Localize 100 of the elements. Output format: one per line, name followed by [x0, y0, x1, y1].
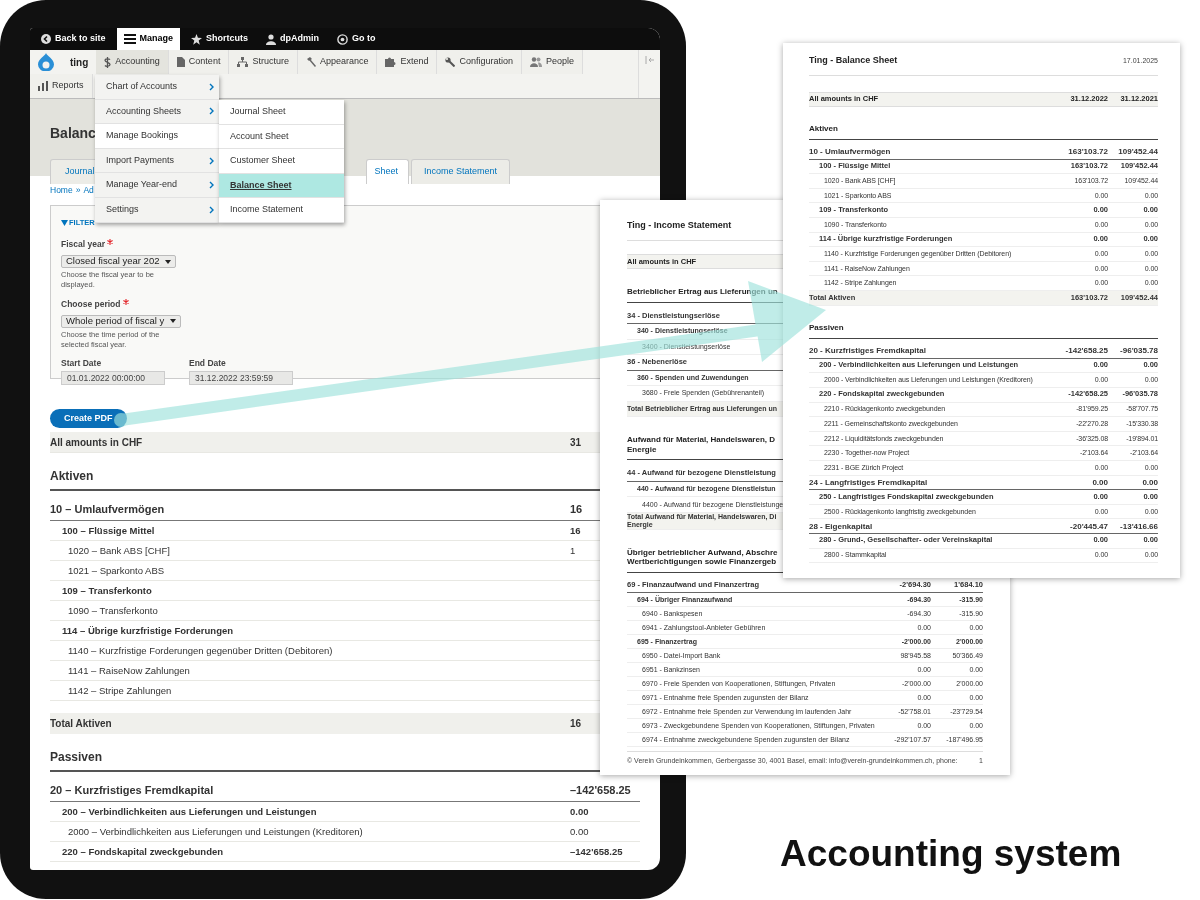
field-label: Choose period: [61, 298, 121, 309]
field-label: Start Date: [61, 357, 103, 368]
menu-item[interactable]: Accounting Sheets: [95, 99, 219, 125]
menu-item[interactable]: Manage Year-end: [95, 173, 219, 198]
hierarchy-icon: [237, 57, 249, 67]
menu-item[interactable]: Import Payments: [95, 148, 219, 174]
amount: -13'416.66: [1120, 521, 1158, 531]
select-field[interactable]: Closed fiscal year 202: [61, 255, 177, 269]
collapse-icon: [644, 56, 655, 64]
row-label: 24 - Langfristiges Fremdkapital: [809, 477, 928, 487]
amount: 0.00: [570, 805, 589, 817]
chevron-icon: [209, 107, 214, 116]
menu-item[interactable]: Balance Sheet: [219, 173, 344, 199]
date-field[interactable]: 01.01.2022 00:00:00: [61, 370, 165, 386]
total-label: Total Aktiven: [50, 717, 113, 732]
chevron-icon: [209, 82, 214, 91]
section-title: Aktiven: [809, 123, 838, 133]
row-label: 1021 – Sparkonto ABS: [68, 563, 166, 578]
amount: 1: [570, 544, 576, 556]
menu-item[interactable]: Chart of Accounts: [95, 75, 219, 100]
row-label: 20 – Kurzfristiges Fremdkapital: [50, 782, 215, 798]
menu-item[interactable]: Structure: [229, 50, 298, 74]
amount: 16: [570, 524, 581, 536]
field-label: Fiscal year: [61, 238, 105, 250]
row-label: 1142 – Stripe Zahlungen: [68, 683, 173, 698]
section-title: Übriger betrieblicher Aufwand, Abschre Wertberichtigungen sowie Finanzergeb: [627, 547, 778, 567]
amount: -96'035.78: [1120, 346, 1158, 356]
menu-item[interactable]: Extend: [377, 50, 438, 74]
menu-item[interactable]: People: [522, 50, 584, 74]
section-title: Betrieblicher Ertrag aus Lieferungen un: [627, 287, 778, 296]
row-label: 109 – Transferkonto: [62, 583, 153, 598]
amount: -142'658.25: [1065, 346, 1108, 356]
create-pdf-button[interactable]: Create PDF: [50, 408, 127, 429]
menu-item[interactable]: Reports: [30, 74, 93, 98]
toolbar-item[interactable]: Go to: [330, 28, 383, 50]
caret-icon: [165, 259, 172, 264]
select-field[interactable]: Whole period of fiscal y: [61, 315, 182, 328]
drop-logo: [38, 53, 54, 71]
document-title: Ting - Balance Sheet: [809, 54, 898, 67]
menu-item[interactable]: Manage Bookings: [95, 124, 219, 149]
amount: 0.00: [1092, 477, 1108, 487]
toolbar-item[interactable]: Back to site: [34, 28, 113, 50]
amount: 109'452.44: [1118, 147, 1158, 157]
row-label: 114 – Übrige kurzfristige Forderungen: [62, 623, 235, 638]
document-title: Ting - Income Statement: [627, 220, 732, 230]
toolbar-item[interactable]: Manage: [116, 28, 181, 50]
menu-item[interactable]: Income Statement: [219, 198, 344, 223]
chevron-icon: [209, 181, 214, 190]
menu-item[interactable]: Appearance: [297, 50, 378, 74]
people-icon: [530, 57, 543, 67]
row-label: 20 - Kurzfristiges Fremdkapital: [809, 346, 926, 356]
date-field[interactable]: 31.12.2022 23:59:59: [189, 370, 293, 386]
tab[interactable]: Sheet: [365, 159, 410, 184]
row-label: 28 - Eigenkapital: [809, 521, 873, 531]
breadcrumb-link[interactable]: Home: [50, 184, 73, 197]
chevron-icon: [209, 156, 214, 165]
toolbar-item[interactable]: Shortcuts: [184, 28, 256, 50]
amount: 0.00: [1142, 477, 1158, 487]
menu-item[interactable]: Settings: [95, 197, 219, 223]
target-icon: [337, 33, 349, 45]
amount: -20'445.47: [1070, 521, 1108, 531]
amounts-note: All amounts in CHF: [50, 435, 144, 450]
row-label: 10 – Umlaufvermögen: [50, 501, 166, 517]
menu-item[interactable]: Journal Sheet: [219, 100, 344, 125]
menu-item[interactable]: Configuration: [437, 50, 523, 74]
chevron-icon: [209, 205, 214, 214]
tab[interactable]: Income Statement: [411, 159, 511, 184]
puzzle-icon: [385, 57, 397, 67]
breadcrumb-link[interactable]: Ad: [83, 184, 94, 197]
caption: Accounting system: [780, 832, 1122, 876]
caret-icon: [170, 319, 177, 324]
wrench-icon: [445, 57, 456, 67]
menu-item[interactable]: Account Sheet: [219, 124, 344, 150]
bar-chart-icon: [38, 81, 48, 91]
row-label: 1090 – Transferkonto: [68, 603, 159, 618]
menu-icon: [123, 34, 136, 44]
star-icon: [191, 33, 203, 45]
row-label: 1141 – RaiseNow Zahlungen: [68, 663, 191, 678]
dollar-icon: [104, 56, 112, 68]
back-icon: [41, 34, 51, 44]
row-label: 1020 – Bank ABS [CHF]: [68, 543, 171, 558]
document-icon: [176, 57, 185, 67]
row-label: 220 – Fondskapital zweckgebunden: [62, 844, 225, 859]
amount: 163'103.72: [1068, 147, 1108, 157]
menu-item[interactable]: Accounting: [96, 50, 169, 74]
total-amount: 16: [570, 718, 582, 730]
site-name[interactable]: ting: [62, 50, 97, 74]
row-label: 10 - Umlaufvermögen: [809, 147, 891, 157]
user-icon: [266, 33, 277, 45]
breadcrumb-separator: »: [75, 184, 81, 197]
amount: –142'658.25: [570, 783, 631, 796]
toolbar-item[interactable]: dpAdmin: [259, 28, 327, 50]
menu-item[interactable]: Content: [168, 50, 230, 74]
menu-item[interactable]: Customer Sheet: [219, 149, 344, 174]
row-label: 100 – Flüssige Mittel: [62, 523, 156, 538]
amount: 16: [570, 502, 583, 515]
row-label: 200 – Verbindlichkeiten aus Lieferungen und Leistungen: [62, 804, 318, 819]
hammer-icon: [305, 57, 316, 67]
section-title: Aufwand für Material, Handelswaren, D Energie: [627, 435, 776, 454]
row-label: 2000 – Verbindlichkeiten aus Lieferungen und Leistungen (Kreditoren): [68, 824, 364, 839]
